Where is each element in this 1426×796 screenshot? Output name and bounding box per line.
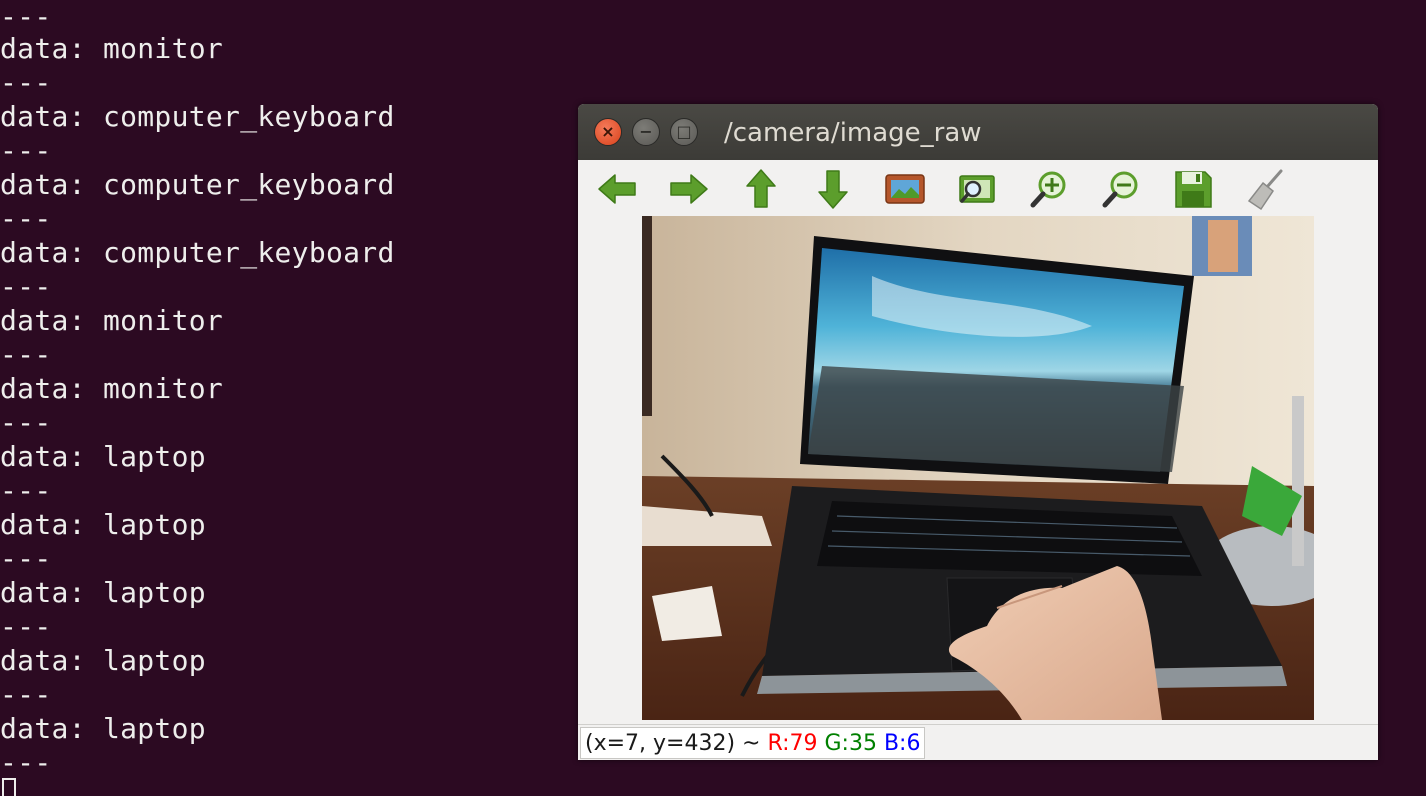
separator-line: --- bbox=[0, 270, 52, 303]
separator-line: --- bbox=[0, 746, 52, 779]
up-button[interactable] bbox=[738, 166, 784, 212]
forward-button[interactable] bbox=[666, 166, 712, 212]
clear-button[interactable] bbox=[1242, 166, 1288, 212]
separator-line: --- bbox=[0, 202, 52, 235]
zoom-out-icon bbox=[1102, 171, 1138, 208]
separator-line: --- bbox=[0, 678, 52, 711]
separator-line: --- bbox=[0, 338, 52, 371]
terminal-cursor bbox=[2, 778, 16, 796]
terminal-line: data: laptop bbox=[0, 712, 206, 745]
pixel-coordinates: (x=7, y=432) ~ bbox=[585, 731, 768, 756]
zoom-in-icon bbox=[1030, 171, 1066, 208]
clear-icon bbox=[1247, 169, 1283, 211]
fit-image-icon bbox=[885, 174, 925, 204]
separator-line: --- bbox=[0, 610, 52, 643]
pixel-info: (x=7, y=432) ~ R:79 G:35 B:6 bbox=[580, 727, 926, 759]
window-minimize-button[interactable]: − bbox=[632, 118, 660, 146]
separator-line: --- bbox=[0, 406, 52, 439]
terminal-line: data: laptop bbox=[0, 576, 206, 609]
separator-line: --- bbox=[0, 474, 52, 507]
camera-image[interactable] bbox=[642, 216, 1314, 720]
zoom-in-button[interactable] bbox=[1026, 166, 1072, 212]
terminal-line: data: computer_keyboard bbox=[0, 236, 395, 269]
arrow-left-icon bbox=[598, 174, 636, 204]
window-close-button[interactable]: × bbox=[594, 118, 622, 146]
save-button[interactable] bbox=[1170, 166, 1216, 212]
terminal-line: data: monitor bbox=[0, 304, 224, 337]
terminal-line: data: laptop bbox=[0, 508, 206, 541]
terminal-line: data: laptop bbox=[0, 440, 206, 473]
zoom-out-button[interactable] bbox=[1098, 166, 1144, 212]
terminal-line: data: computer_keyboard bbox=[0, 100, 395, 133]
status-bar: (x=7, y=432) ~ R:79 G:35 B:6 bbox=[578, 724, 1378, 760]
window-maximize-button[interactable]: □ bbox=[670, 118, 698, 146]
pixel-blue-value: B:6 bbox=[883, 731, 921, 756]
image-canvas[interactable] bbox=[578, 216, 1378, 724]
image-view-window: × − □ /camera/image_raw (x=7, y=432) ~ R… bbox=[578, 104, 1378, 760]
separator-line: --- bbox=[0, 0, 52, 33]
save-icon bbox=[1175, 171, 1212, 208]
arrow-right-icon bbox=[670, 174, 708, 204]
window-title: /camera/image_raw bbox=[724, 118, 982, 148]
terminal-line: data: monitor bbox=[0, 32, 224, 65]
fit-image-button[interactable] bbox=[882, 166, 928, 212]
terminal-line: data: monitor bbox=[0, 372, 224, 405]
back-button[interactable] bbox=[594, 166, 640, 212]
separator-line: --- bbox=[0, 66, 52, 99]
zoom-fit-icon bbox=[959, 175, 995, 203]
separator-line: --- bbox=[0, 134, 52, 167]
zoom-fit-button[interactable] bbox=[954, 166, 1000, 212]
down-button[interactable] bbox=[810, 166, 856, 212]
terminal-line: data: laptop bbox=[0, 644, 206, 677]
pixel-green-value: G:35 bbox=[824, 731, 877, 756]
pixel-red-value: R:79 bbox=[767, 731, 818, 756]
separator-line: --- bbox=[0, 542, 52, 575]
window-titlebar[interactable]: × − □ /camera/image_raw bbox=[578, 104, 1378, 160]
arrow-up-icon bbox=[746, 169, 776, 208]
arrow-down-icon bbox=[818, 170, 848, 209]
terminal-line: data: computer_keyboard bbox=[0, 168, 395, 201]
toolbar bbox=[578, 160, 1378, 216]
status-space bbox=[877, 731, 884, 756]
